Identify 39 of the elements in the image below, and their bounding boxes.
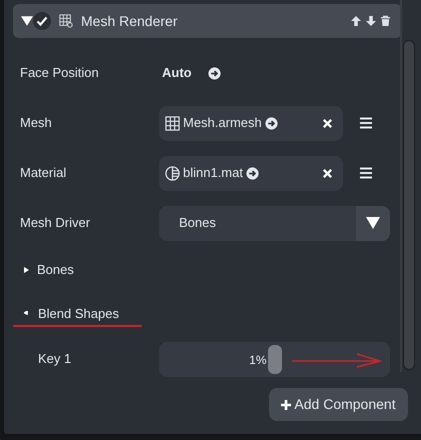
move-down-icon[interactable] — [365, 15, 377, 27]
mesh-grid-icon — [59, 14, 73, 28]
key-label: Key 1 — [37, 350, 72, 368]
clear-icon[interactable] — [322, 168, 333, 178]
section-header[interactable]: Blend Shapes — [38, 304, 119, 324]
menu-icon[interactable] — [359, 117, 373, 129]
collapse-triangle-icon[interactable] — [21, 15, 33, 27]
enable-checkbox[interactable] — [33, 12, 51, 30]
property-label: Mesh — [20, 114, 53, 132]
slider-value: 1% — [249, 352, 266, 368]
asset-name: Mesh.armesh — [183, 114, 262, 132]
property-label: Face Position — [20, 64, 100, 82]
dropdown-value: Bones — [179, 215, 216, 230]
property-value: Auto — [162, 64, 193, 82]
component-title: Mesh Renderer — [81, 12, 178, 30]
go-to-icon[interactable] — [208, 66, 221, 80]
section-header[interactable]: Bones — [37, 260, 74, 280]
go-to-icon[interactable] — [264, 116, 278, 130]
clear-icon[interactable] — [322, 118, 333, 128]
property-label: Mesh Driver — [20, 214, 92, 232]
go-to-icon[interactable] — [246, 166, 259, 180]
slider-thumb[interactable] — [268, 344, 282, 374]
add-component-button[interactable]: Add Component — [269, 388, 408, 421]
menu-icon[interactable] — [359, 167, 373, 179]
sphere-icon — [165, 166, 180, 180]
asset-field[interactable]: blinn1.mat — [159, 156, 343, 190]
expand-triangle-icon[interactable] — [24, 266, 29, 274]
scrollbar-thumb[interactable] — [403, 40, 415, 370]
collapse-triangle-icon[interactable] — [24, 311, 30, 317]
asset-field[interactable]: Mesh.armesh — [159, 106, 343, 140]
slider-track[interactable]: 1% — [159, 342, 390, 376]
property-label: Material — [20, 164, 68, 182]
plus-icon — [281, 400, 292, 410]
trash-icon[interactable] — [380, 15, 391, 27]
dropdown[interactable]: Bones — [159, 206, 390, 240]
asset-name: blinn1.mat — [183, 164, 243, 182]
move-up-icon[interactable] — [350, 15, 362, 27]
dropdown-arrow-icon — [366, 217, 380, 229]
grid-icon — [165, 116, 180, 130]
